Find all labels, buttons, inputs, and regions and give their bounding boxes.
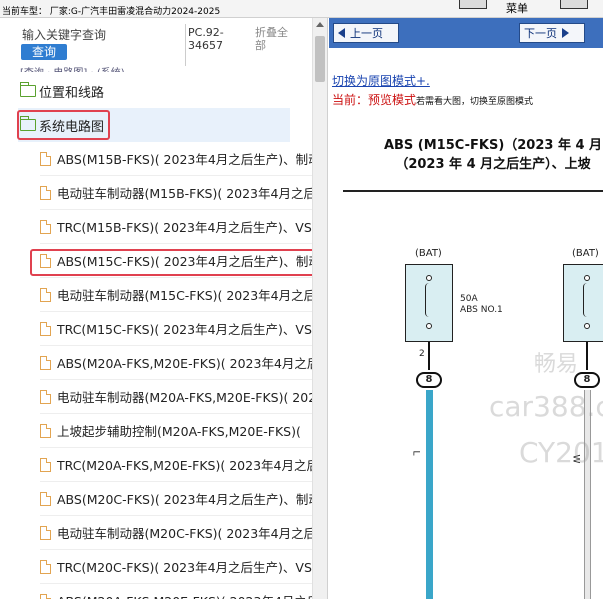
wire-lead [428,342,430,370]
document-icon [40,355,51,370]
tree-scrollbar[interactable] [312,18,327,599]
switch-original-mode-link[interactable]: 切换为原图模式+. [332,72,430,89]
item-label: 电动驻车制动器(M15B-FKS)( 2023年4月之后 [57,186,312,201]
fuse-amp: 50A [460,294,478,304]
fuse-icon [425,283,433,317]
toolbar-icon[interactable] [459,0,487,9]
mode-status: 当前：预览模式若需看大图，切换至原图模式 [332,91,533,108]
search-button[interactable]: 查询 [21,44,67,60]
item-label: ABS(M20A-FKS,M20E-FKS)( 2023年4月之后 [57,356,312,371]
bat-label: (BAT) [572,248,599,259]
fuse-terminal [584,323,590,329]
diagram-title-line-2: （2023 年 4 月之后生产）、上坡 [395,157,591,172]
mode-hint: 若需看大图，切换至原图模式 [416,97,534,107]
scroll-up-arrow-icon[interactable] [316,22,324,27]
search-prompt[interactable]: 输入关键字查询 [22,26,106,43]
diagram-list-item[interactable]: ABS(M20A-FKS,M20E-FKS)( 2023年4月之后 [40,584,312,599]
wire-color-label: L [410,450,421,456]
bat-label: (BAT) [415,248,442,259]
diagram-viewer: 上一页 下一页 切换为原图模式+. 当前：预览模式若需看大图，切换至原图模式 A… [329,18,603,599]
diagram-list-item[interactable]: TRC(M20C-FKS)( 2023年4月之后生产)、VSC [40,550,312,584]
diagram-list-item[interactable]: 电动驻车制动器(M15B-FKS)( 2023年4月之后 [40,176,312,210]
arrow-right-icon [562,28,569,38]
item-label: 电动驻车制动器(M15C-FKS)( 2023年4月之后 [57,288,312,303]
item-label: TRC(M20A-FKS,M20E-FKS)( 2023年4月之后 [57,458,312,473]
next-page-button[interactable]: 下一页 [519,23,585,43]
toolbar-icon-2[interactable] [560,0,588,9]
document-code: PC.92-34657 [188,26,224,52]
watermark: car388.c [489,390,603,423]
fuse-box [405,264,453,342]
item-highlight-box [30,249,325,276]
watermark: CY201 [519,436,603,469]
fuse-terminal [426,275,432,281]
item-label: ABS(M20C-FKS)( 2023年4月之后生产)、制动 [57,492,312,507]
title-rule [343,190,603,192]
document-icon [40,321,51,336]
diagram-list-item[interactable]: 电动驻车制动器(M20A-FKS,M20E-FKS)( 2023 [40,380,312,414]
document-icon [40,219,51,234]
folder-label: 位置和线路 [39,85,105,101]
document-icon [40,525,51,540]
item-label: TRC(M15B-FKS)( 2023年4月之后生产)、VSC [57,220,312,235]
partial-row: [查询 · 电路图] · (系统) [20,64,125,72]
document-icon [40,389,51,404]
item-label: 上坡起步辅助控制(M20A-FKS,M20E-FKS)( [57,424,301,439]
folder-highlight-box [17,110,110,140]
connector-badge: 8 [416,372,442,388]
folder-location-wiring[interactable]: 位置和线路 [19,80,105,102]
document-icon [40,593,51,599]
fuse-terminal [584,275,590,281]
top-bar: 当前车型： 厂家:G-广汽丰田雷凌混合动力2024-2025 菜单 [0,0,603,18]
fuse-box [563,264,603,342]
diagram-title-line-1: ABS (M15C-FKS)（2023 年 4 月 [383,138,603,153]
document-icon [40,491,51,506]
prev-page-button[interactable]: 上一页 [333,23,399,43]
fuse-rating: 50A ABS NO.1 [460,294,503,316]
item-label: TRC(M15C-FKS)( 2023年4月之后生产)、VSC [57,322,312,337]
page-nav-bar: 上一页 下一页 [329,18,603,48]
diagram-title: ABS (M15C-FKS)（2023 年 4 月 （2023 年 4 月之后生… [343,136,603,174]
menu-label[interactable]: 菜单 [506,0,528,16]
folder-icon [19,82,36,97]
mode-prefix: 当前： [332,93,369,107]
diagram-list-item[interactable]: TRC(M15C-FKS)( 2023年4月之后生产)、VSC [40,312,312,346]
tree-panel: 输入关键字查询 查询 PC.92-34657 折叠全部 [查询 · 电路图] ·… [0,18,328,599]
collapse-all-button[interactable]: 折叠全部 [255,26,295,52]
wire-blue [426,390,433,599]
mode-name: 预览模式 [368,93,417,107]
diagram-list-item[interactable]: 电动驻车制动器(M15C-FKS)( 2023年4月之后 [40,278,312,312]
fuse-icon [583,283,591,317]
document-icon [40,287,51,302]
document-icon [40,559,51,574]
header-divider [185,24,186,66]
item-label: ABS(M20A-FKS,M20E-FKS)( 2023年4月之后 [57,591,312,599]
scroll-thumb[interactable] [315,36,325,82]
pin-number: 2 [419,349,425,359]
fuse-name: ABS NO.1 [460,305,503,315]
diagram-list-item[interactable]: TRC(M15B-FKS)( 2023年4月之后生产)、VSC [40,210,312,244]
watermark: 畅易 [534,352,579,377]
document-icon [40,423,51,438]
prev-page-label: 上一页 [350,27,383,40]
arrow-left-icon [338,28,345,38]
document-icon [40,185,51,200]
item-label: ABS(M15B-FKS)( 2023年4月之后生产)、制动 [57,152,312,167]
diagram-list-item[interactable]: ABS(M15B-FKS)( 2023年4月之后生产)、制动 [40,142,312,176]
document-icon [40,151,51,166]
item-label: 电动驻车制动器(M20C-FKS)( 2023年4月之后 [57,526,312,541]
next-page-label: 下一页 [524,27,557,40]
diagram-list-item[interactable]: TRC(M20A-FKS,M20E-FKS)( 2023年4月之后 [40,448,312,482]
document-icon [40,457,51,472]
item-label: TRC(M20C-FKS)( 2023年4月之后生产)、VSC [57,560,312,575]
wire-lead [586,342,588,370]
item-label: 电动驻车制动器(M20A-FKS,M20E-FKS)( 2023 [57,390,312,405]
diagram-list-item[interactable]: ABS(M20A-FKS,M20E-FKS)( 2023年4月之后 [40,346,312,380]
current-model-breadcrumb: 当前车型： 厂家:G-广汽丰田雷凌混合动力2024-2025 [2,7,221,17]
diagram-list-item[interactable]: 电动驻车制动器(M20C-FKS)( 2023年4月之后 [40,516,312,550]
diagram-list-item[interactable]: ABS(M20C-FKS)( 2023年4月之后生产)、制动 [40,482,312,516]
fuse-terminal [426,323,432,329]
diagram-list-item[interactable]: 上坡起步辅助控制(M20A-FKS,M20E-FKS)( [40,414,312,448]
